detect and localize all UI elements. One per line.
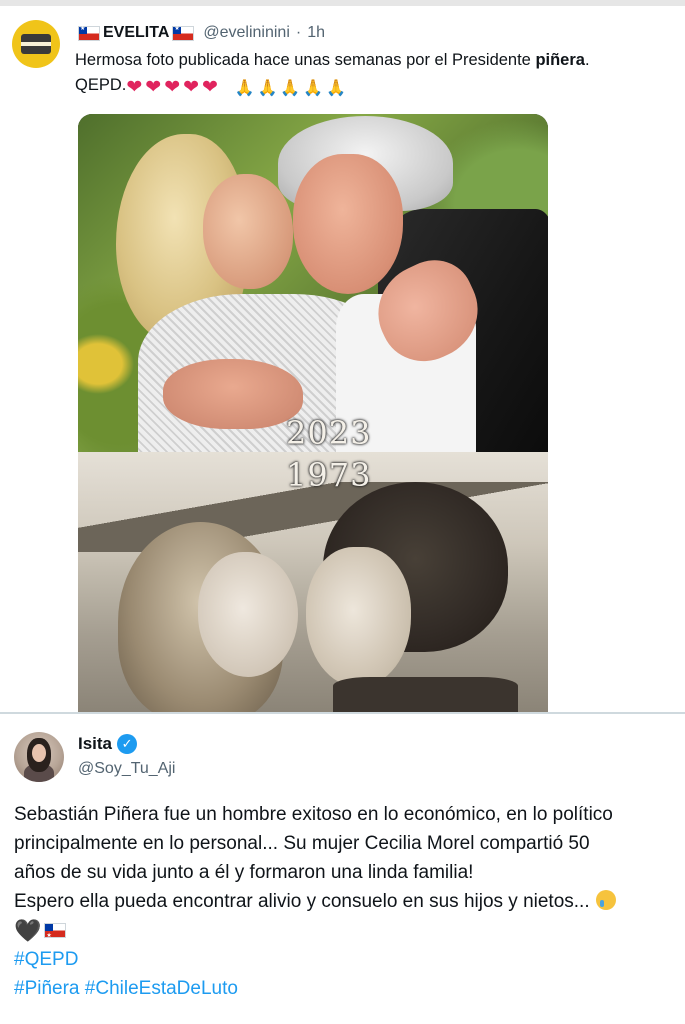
tweet-isita[interactable]: Isita ✓ @Soy_Tu_Aji Sebastián Piñera fue… <box>0 714 685 1024</box>
user-handle[interactable]: @Soy_Tu_Aji <box>78 760 175 778</box>
chile-flag-icon <box>44 922 67 951</box>
red-heart-icon: ❤ <box>126 77 143 98</box>
hashtag-line: #Piñera #ChileEstaDeLuto <box>14 974 685 1003</box>
tweet-header: EVELITA @evelininini · 1h <box>75 22 325 44</box>
photo-year-label: 1973 <box>286 456 372 494</box>
hashtag-link[interactable]: #Piñera <box>14 978 80 999</box>
photo-shape <box>333 677 518 712</box>
tweet-evelita[interactable]: EVELITA @evelininini · 1h Hermosa foto p… <box>0 6 685 712</box>
verified-badge-icon: ✓ <box>117 734 138 754</box>
praying-hands-icon: 🙏 <box>257 80 278 97</box>
tweet-header: Isita ✓ <box>78 734 138 754</box>
tweet-text-line: años de su vida junto a él y formaron un… <box>14 862 474 883</box>
tweet-text-line: Espero ella pueda encontrar alivio y con… <box>14 891 590 912</box>
hearts-row: ❤ ❤ ❤ ❤ ❤ <box>126 78 218 98</box>
red-heart-icon: ❤ <box>183 77 200 98</box>
avatar-shape <box>32 744 46 762</box>
photo-shape <box>163 359 303 429</box>
hashtag-line: #QEPD <box>14 945 685 974</box>
timestamp[interactable]: 1h <box>307 24 325 42</box>
praying-hands-icon: 🙏 <box>234 80 255 97</box>
praying-hands-icon: 🙏 <box>326 80 347 97</box>
avatar[interactable] <box>12 20 60 68</box>
chile-flag-icon <box>172 25 195 41</box>
user-handle[interactable]: @evelininini <box>203 24 290 42</box>
tweet-text-part: Hermosa foto publicada hace unas semanas… <box>75 51 536 69</box>
chile-flag-icon <box>78 25 100 41</box>
photo-shape <box>293 154 403 294</box>
photo-shape <box>198 552 298 677</box>
tweet-text: Hermosa foto publicada hace unas semanas… <box>75 48 675 99</box>
photo-shape <box>203 174 293 289</box>
black-heart-icon: 🖤 <box>14 918 42 943</box>
emoji-line: 🖤 <box>14 916 685 951</box>
tweet-text-line-with-emoji: Espero ella pueda encontrar alivio y con… <box>14 887 685 916</box>
red-heart-icon: ❤ <box>164 77 181 98</box>
red-heart-icon: ❤ <box>202 77 218 98</box>
praying-hands-icon: 🙏 <box>303 80 324 97</box>
tweet-text-line: Sebastián Piñera fue un hombre exitoso e… <box>14 804 613 825</box>
pray-row: 🙏 🙏 🙏 🙏 🙏 <box>235 79 347 99</box>
avatar-image <box>21 34 51 54</box>
tweet-text-line2: QEPD. <box>75 76 127 94</box>
red-heart-icon: ❤ <box>145 77 162 98</box>
photo-year-label: 2023 <box>286 414 372 452</box>
tweet-text-part: . <box>584 51 590 69</box>
separator-dot: · <box>295 24 302 41</box>
praying-hands-icon: 🙏 <box>280 80 301 97</box>
display-name[interactable]: Isita <box>78 734 112 754</box>
tweet-text-bold: piñera <box>535 51 585 69</box>
tweet-photo[interactable]: 2023 1973 <box>78 114 548 712</box>
avatar[interactable] <box>14 732 64 782</box>
photo-shape <box>306 547 411 687</box>
hashtag-link[interactable]: #ChileEstaDeLuto <box>85 978 238 999</box>
display-name[interactable]: EVELITA <box>103 24 169 42</box>
photo-couple-2023 <box>78 114 548 464</box>
tweet-text: Sebastián Piñera fue un hombre exitoso e… <box>14 800 685 1003</box>
crying-face-icon <box>595 890 616 910</box>
hashtag-link[interactable]: #QEPD <box>14 949 78 970</box>
tweet-text-line: principalmente en lo personal... Su muje… <box>14 833 590 854</box>
